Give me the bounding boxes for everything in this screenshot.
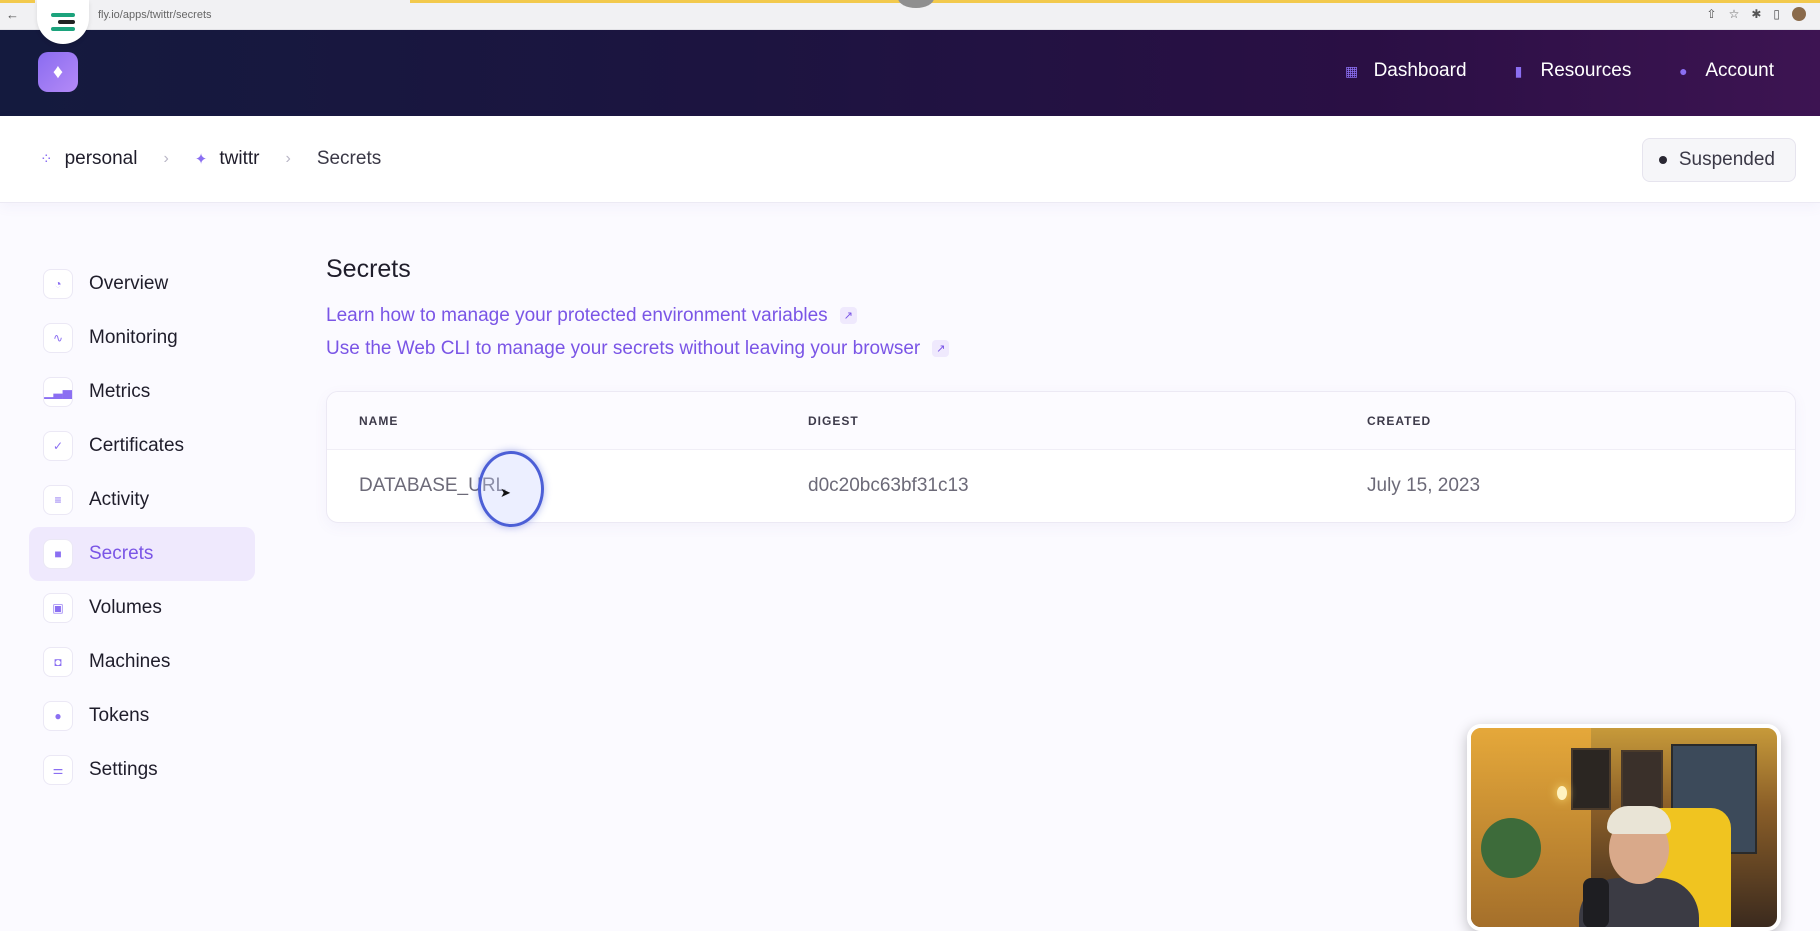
sidebar-item-tokens[interactable]: ● Tokens [29, 689, 255, 743]
profile-avatar[interactable] [1792, 7, 1806, 21]
status-badge: Suspended [1641, 138, 1796, 182]
secret-created: July 15, 2023 [1367, 475, 1481, 496]
breadcrumb-current: Secrets [317, 148, 381, 170]
status-label: Suspended [1678, 149, 1775, 170]
column-header-created[interactable]: CREATED [1367, 414, 1795, 428]
wall-picture [1571, 748, 1611, 810]
sidebar: ◔ Overview ∿ Monitoring ▁▃▅ Metrics ✓ Ce… [29, 257, 255, 797]
badge-check-icon: ✓ [43, 431, 73, 461]
browser-actions: ⇧ ☆ ✱ ▯ [1707, 7, 1806, 21]
sidebar-item-settings[interactable]: ⚌ Settings [29, 743, 255, 797]
wall-picture [1621, 750, 1663, 812]
stack-icon: ≡ [43, 485, 73, 515]
pulse-icon: ∿ [43, 323, 73, 353]
sidebar-item-overview[interactable]: ◔ Overview [29, 257, 255, 311]
breadcrumb: ⁘ personal › ✦ twittr › Secrets [40, 148, 381, 170]
sidebar-item-label: Settings [89, 759, 158, 780]
app-header: ♦ ▦ Dashboard ▮ Resources ● Account [0, 30, 1820, 116]
sidebar-item-label: Certificates [89, 435, 185, 456]
docs-link[interactable]: Learn how to manage your protected envir… [326, 299, 1796, 332]
loading-bar [0, 0, 35, 3]
secret-digest: d0c20bc63bf31c13 [808, 475, 969, 496]
mouse-cursor-icon: ➤ [500, 485, 511, 500]
address-bar[interactable]: fly.io/apps/twittr/secrets [98, 9, 212, 21]
secrets-table: NAME DIGEST CREATED DATABASE_URL d0c20bc… [326, 391, 1796, 523]
lamp [1557, 786, 1567, 800]
nav-account[interactable]: ● Account [1675, 60, 1774, 82]
cpu-icon: ◘ [43, 647, 73, 677]
sidebar-item-label: Tokens [89, 705, 150, 726]
top-nav: ▦ Dashboard ▮ Resources ● Account [1344, 60, 1774, 82]
settings-icon: ⚌ [43, 755, 73, 785]
main-content: Secrets Learn how to manage your protect… [326, 255, 1796, 523]
sidebar-item-label: Machines [89, 651, 171, 672]
presenter-hair [1607, 806, 1671, 834]
link-label: Use the Web CLI to manage your secrets w… [326, 337, 921, 359]
sidebar-toggle-icon[interactable]: ▯ [1773, 7, 1780, 21]
breadcrumb-app[interactable]: ✦ twittr [195, 148, 260, 170]
breadcrumb-bar: ⁘ personal › ✦ twittr › Secrets Suspende… [0, 116, 1820, 203]
breadcrumb-label: twittr [219, 148, 260, 169]
status-dot [1658, 156, 1667, 164]
column-header-name[interactable]: NAME [327, 414, 808, 428]
sidebar-item-label: Monitoring [89, 327, 178, 348]
nav-label: Resources [1540, 60, 1632, 81]
sidebar-item-label: Overview [89, 273, 169, 294]
sidebar-item-machines[interactable]: ◘ Machines [29, 635, 255, 689]
extensions-icon[interactable]: ✱ [1751, 7, 1761, 21]
secret-name[interactable]: DATABASE_URL [327, 475, 808, 497]
sidebar-item-activity[interactable]: ≡ Activity [29, 473, 255, 527]
star-icon[interactable]: ☆ [1729, 7, 1740, 21]
grid-icon: ▦ [1344, 62, 1359, 79]
plant [1481, 818, 1541, 878]
sidebar-item-certificates[interactable]: ✓ Certificates [29, 419, 255, 473]
microphone [1583, 878, 1609, 927]
sidebar-item-monitoring[interactable]: ∿ Monitoring [29, 311, 255, 365]
lock-icon: ■ [43, 539, 73, 569]
webcam-overlay [1467, 724, 1781, 931]
link-label: Learn how to manage your protected envir… [326, 304, 828, 326]
breadcrumb-label: Secrets [316, 148, 382, 169]
nav-label: Dashboard [1373, 60, 1467, 81]
external-link-icon: ↗ [839, 307, 857, 324]
sidebar-item-label: Metrics [89, 381, 151, 402]
sidebar-item-label: Activity [89, 489, 150, 510]
chevron-right-icon: › [163, 150, 169, 167]
user-icon: ● [1679, 63, 1688, 79]
chevron-right-icon: › [285, 150, 291, 167]
table-header: NAME DIGEST CREATED [327, 392, 1795, 450]
org-icon: ⁘ [40, 151, 53, 168]
balloon-logo-icon[interactable]: ♦ [38, 52, 78, 92]
sparkle-icon: ✦ [194, 151, 208, 168]
loading-bar [410, 0, 1820, 3]
breadcrumb-label: personal [64, 148, 138, 169]
click-highlight [478, 451, 544, 527]
recording-indicator [898, 0, 934, 8]
share-icon[interactable]: ⇧ [1707, 7, 1717, 21]
external-link-icon: ↗ [932, 340, 950, 357]
sidebar-item-label: Secrets [89, 543, 154, 564]
sidebar-item-metrics[interactable]: ▁▃▅ Metrics [29, 365, 255, 419]
browser-toolbar: ← → fly.io/apps/twittr/secrets ⇧ ☆ ✱ ▯ [0, 0, 1820, 30]
bookmark-icon: ▮ [1514, 62, 1523, 79]
page-title: Secrets [326, 255, 411, 283]
nav-dashboard[interactable]: ▦ Dashboard [1344, 60, 1467, 82]
token-icon: ● [43, 701, 73, 731]
sidebar-item-label: Volumes [89, 597, 162, 618]
web-cli-link[interactable]: Use the Web CLI to manage your secrets w… [326, 332, 1796, 365]
nav-label: Account [1705, 60, 1774, 81]
archive-icon: ▣ [43, 593, 73, 623]
sidebar-item-volumes[interactable]: ▣ Volumes [29, 581, 255, 635]
column-header-digest[interactable]: DIGEST [808, 414, 1367, 428]
nav-resources[interactable]: ▮ Resources [1511, 60, 1632, 82]
breadcrumb-org[interactable]: ⁘ personal [40, 148, 137, 170]
pie-icon: ◔ [43, 269, 73, 299]
table-row[interactable]: DATABASE_URL d0c20bc63bf31c13 July 15, 2… [327, 450, 1795, 522]
bar-chart-icon: ▁▃▅ [43, 377, 73, 407]
sidebar-item-secrets[interactable]: ■ Secrets [29, 527, 255, 581]
